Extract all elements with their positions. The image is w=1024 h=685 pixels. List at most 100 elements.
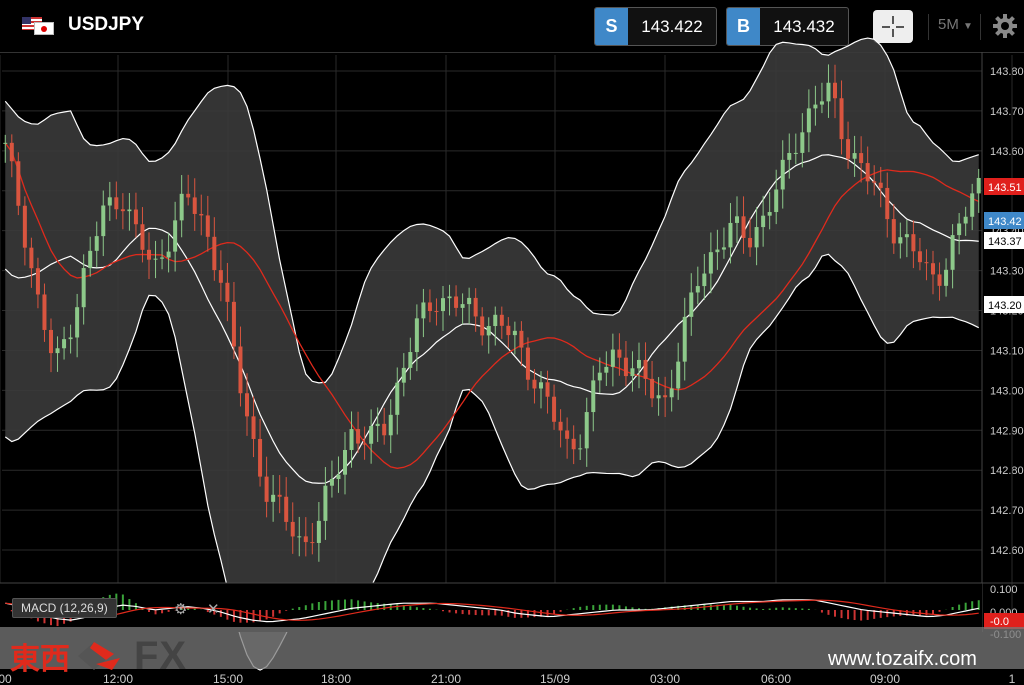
candle-body (552, 396, 557, 422)
time-tick-label: 06:00 (761, 672, 791, 685)
candle-body (101, 205, 106, 237)
price-marker-label: 143.20 (988, 300, 1022, 312)
candle-body (42, 294, 47, 330)
brand-kanji: 東西 (10, 642, 70, 677)
timeframe-value: 5M (938, 16, 959, 33)
candle-body (140, 224, 145, 250)
candle-body (375, 423, 380, 427)
price-tick-label: 142.70 (990, 505, 1024, 517)
macd-marker-label: -0.0 (990, 616, 1009, 628)
candle-body (147, 249, 151, 260)
candle-body (754, 227, 759, 248)
candle-body (160, 257, 165, 259)
candle-body (303, 536, 308, 543)
candle-body (787, 152, 792, 160)
candle-body (486, 326, 491, 336)
close-icon[interactable]: ✕ (207, 600, 220, 618)
crosshair-icon (892, 16, 894, 24)
moving-average-line (4, 142, 979, 469)
candle-body (800, 132, 805, 153)
candle-body (29, 247, 34, 269)
candle-body (88, 250, 93, 269)
candle-body (264, 476, 269, 502)
bollinger-upper-line (4, 37, 979, 384)
gear-icon[interactable] (991, 12, 1019, 40)
timeframe-select[interactable]: 5M ▼ (938, 16, 973, 33)
price-tick-label: 142.60 (990, 545, 1024, 557)
candle-body (441, 298, 445, 312)
candle-body (388, 414, 393, 436)
candle-body (917, 251, 922, 263)
candle-body (49, 329, 53, 354)
price-marker (984, 212, 1024, 229)
macd-line (5, 599, 979, 623)
candle-body (898, 237, 903, 244)
candle-body (610, 349, 615, 367)
candle-body (179, 193, 184, 221)
website-url: www.tozaifx.com (828, 648, 977, 670)
candle-body (656, 395, 661, 399)
sell-price: 143.422 (641, 16, 703, 36)
buy-price-button[interactable]: B 143.432 (726, 7, 849, 46)
candle-body (3, 142, 8, 144)
macd-tick-label: 0.000 (990, 607, 1018, 619)
buy-tag: B (727, 8, 760, 45)
candle-body (395, 382, 400, 415)
candle-body (813, 104, 818, 109)
candle-body (826, 82, 831, 102)
price-tick-label: 143.30 (990, 266, 1024, 278)
candle-body (937, 274, 942, 286)
candle-body (480, 316, 485, 336)
price-marker-label: 143.37 (988, 236, 1022, 248)
candle-body (839, 98, 844, 140)
candle-body (62, 339, 67, 349)
candle-body (970, 193, 975, 217)
candle-body (617, 349, 622, 358)
candle-body (525, 347, 530, 380)
sell-price-button[interactable]: S 143.422 (594, 7, 717, 46)
candle-body (408, 352, 413, 368)
candle-body (231, 301, 236, 347)
price-chart[interactable]: 143.80 143.70 143.60 143.50 143.40 143.30 143.… (0, 0, 1024, 685)
candle-body (630, 368, 635, 377)
candle-body (316, 520, 321, 543)
candle-body (212, 236, 217, 271)
candle-body (16, 161, 21, 206)
candle-body (682, 316, 687, 362)
time-tick-label: 15/09 (540, 672, 570, 685)
candle-body (68, 337, 73, 340)
candle-body (22, 205, 27, 248)
candle-body (597, 372, 602, 381)
candle-body (957, 223, 962, 236)
price-tick-label: 143.40 (990, 226, 1024, 238)
us-jp-flag-icon (22, 17, 54, 35)
candle-body (271, 494, 276, 502)
candle-body (885, 187, 890, 220)
buy-price: 143.432 (773, 16, 835, 36)
candle-body (343, 449, 347, 475)
candle-body (819, 101, 824, 105)
candle-body (565, 430, 570, 439)
candle-body (245, 393, 249, 417)
brand-arrow-icon (78, 642, 120, 670)
price-tick-label: 143.50 (990, 186, 1024, 198)
candle-body (336, 474, 341, 480)
crosshair-button[interactable] (873, 10, 913, 43)
candle-body (218, 270, 223, 283)
candle-body (401, 367, 406, 383)
candle-body (806, 108, 811, 133)
candle-body (891, 219, 896, 244)
chevron-down-icon: ▼ (963, 21, 973, 32)
candle-body (284, 496, 289, 522)
candle-body (872, 181, 877, 183)
brand-logo: 東西 FX (10, 634, 187, 678)
candle-body (460, 304, 465, 308)
candle-body (833, 82, 837, 99)
candle-body (944, 269, 949, 286)
macd-label[interactable]: MACD (12,26,9) (12, 598, 117, 618)
gear-icon[interactable]: ⚙ (174, 600, 187, 618)
candle-body (721, 247, 726, 250)
candle-body (114, 197, 119, 210)
symbol-title[interactable]: USDJPY (68, 14, 144, 36)
time-tick-label: 1 (1009, 672, 1016, 685)
